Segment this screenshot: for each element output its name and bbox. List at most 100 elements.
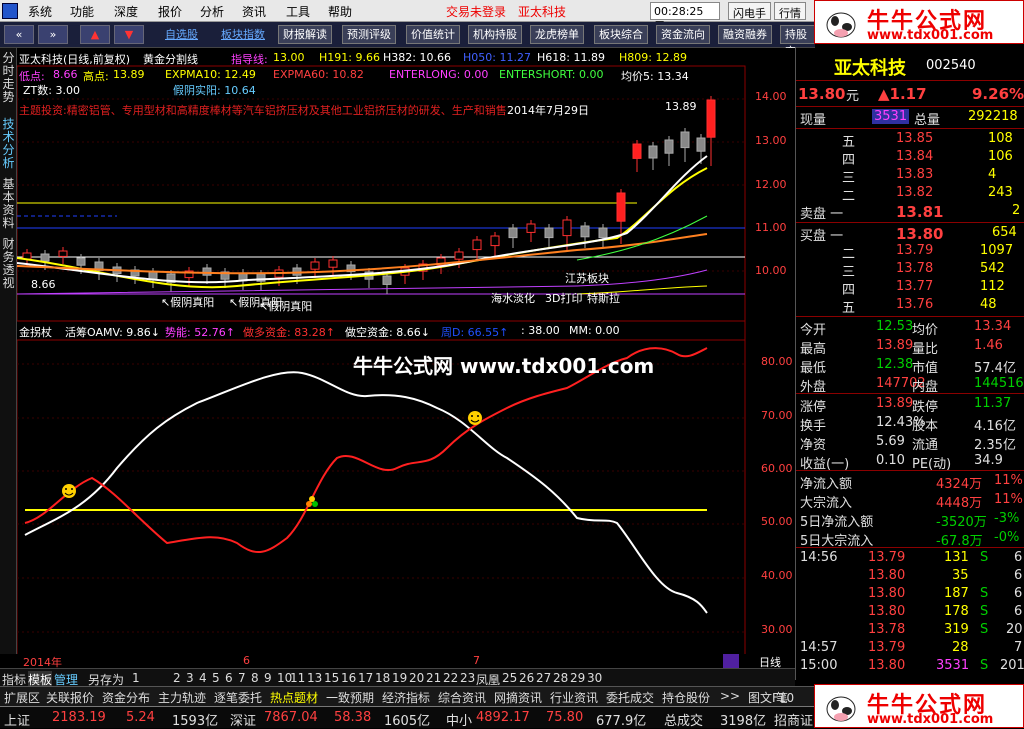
extension-tab[interactable]: 一致预期 — [326, 689, 374, 706]
candle-body[interactable] — [680, 131, 690, 149]
indicator-tab[interactable]: 30 — [587, 671, 602, 685]
candle-body[interactable] — [454, 251, 464, 260]
ask-price[interactable]: 13.85 — [896, 131, 933, 146]
candle-body[interactable] — [616, 192, 626, 222]
indicator-tab[interactable]: 7 — [238, 671, 246, 685]
bid-price[interactable]: 13.76 — [896, 297, 933, 312]
sector-overview-button[interactable]: 板块综合 — [594, 25, 648, 44]
nav-back-button[interactable]: « — [4, 25, 34, 44]
candle-body[interactable] — [472, 239, 482, 251]
candle-body[interactable] — [544, 227, 554, 239]
indicator-tab[interactable]: 15 — [324, 671, 339, 685]
ask-price[interactable]: 13.84 — [896, 149, 933, 164]
ask-price[interactable]: 13.81 — [896, 203, 943, 221]
forecast-rating-button[interactable]: 预测评级 — [342, 25, 396, 44]
indicator-tab[interactable]: 27 — [536, 671, 551, 685]
ask-price[interactable]: 13.83 — [896, 167, 933, 182]
indicator-tab[interactable]: 17 — [358, 671, 373, 685]
candle-body[interactable] — [508, 227, 518, 239]
candle-body[interactable] — [148, 271, 158, 280]
extension-tab[interactable]: >> — [720, 689, 740, 703]
sub-indicator-name[interactable]: 金拐杖 — [19, 324, 52, 340]
menu-analysis[interactable]: 分析 — [200, 3, 224, 20]
indicator-tab[interactable]: 1 — [132, 671, 140, 685]
scroll-marker[interactable] — [723, 654, 739, 668]
indicator-tab[interactable]: 22 — [443, 671, 458, 685]
nav-forward-button[interactable]: » — [38, 25, 68, 44]
candle-body[interactable] — [696, 137, 706, 152]
indicator-tab[interactable]: 18 — [375, 671, 390, 685]
nav-down-button[interactable]: ▼ — [114, 25, 144, 44]
candle-body[interactable] — [40, 253, 50, 262]
extension-tab[interactable]: 行业资讯 — [550, 689, 598, 706]
extension-tab[interactable]: 逐笔委托 — [214, 689, 262, 706]
ask-price[interactable]: 13.82 — [896, 185, 933, 200]
index-label[interactable]: 中小 — [446, 710, 472, 729]
candle-body[interactable] — [580, 225, 590, 238]
candle-body[interactable] — [382, 275, 392, 285]
extension-tab[interactable]: 资金分布 — [102, 689, 150, 706]
bid-price[interactable]: 13.80 — [896, 225, 943, 243]
tab-intraday[interactable]: 分时走势 — [1, 52, 16, 104]
nav-up-button[interactable]: ▲ — [80, 25, 110, 44]
candle-body[interactable] — [58, 250, 68, 257]
theme-news-line[interactable]: 主题投资:精密铝管、专用型材和高精度棒材等汽车铝挤压材及其他工业铝挤压材的研发、… — [19, 102, 507, 118]
indicator-tab[interactable]: 26 — [519, 671, 534, 685]
bid-price[interactable]: 13.78 — [896, 261, 933, 276]
bid-price[interactable]: 13.77 — [896, 279, 933, 294]
candle-body[interactable] — [202, 267, 212, 276]
index-label[interactable]: 上证 — [4, 710, 30, 729]
menu-info[interactable]: 资讯 — [242, 3, 266, 20]
indicator-tab[interactable]: 21 — [426, 671, 441, 685]
candle-body[interactable] — [526, 223, 536, 233]
candle-body[interactable] — [490, 235, 500, 247]
margin-trading-button[interactable]: 融资融券 — [718, 25, 772, 44]
value-stats-button[interactable]: 价值统计 — [406, 25, 460, 44]
indicator-tab[interactable]: 13 — [307, 671, 322, 685]
quote-button[interactable]: 行情 — [774, 2, 806, 20]
index-label[interactable]: 总成交 — [664, 710, 703, 729]
kline-chart-area[interactable]: 亚太科技(日线,前复权) 黄金分割线 指导线: 13.00 H191: 9.66… — [17, 48, 795, 669]
watchlist-link[interactable]: 自选股 — [160, 25, 203, 44]
menu-help[interactable]: 帮助 — [328, 3, 352, 20]
institution-holding-button[interactable]: 机构持股 — [468, 25, 522, 44]
indicator-tab[interactable]: 19 — [392, 671, 407, 685]
indicator-tab[interactable]: 11 — [290, 671, 305, 685]
extension-tab[interactable]: 持仓股份 — [662, 689, 710, 706]
tab-financials[interactable]: 财务透视 — [1, 238, 16, 290]
fund-flow-button[interactable]: 资金流向 — [656, 25, 710, 44]
financial-report-button[interactable]: 财报解读 — [278, 25, 332, 44]
candle-body[interactable] — [632, 143, 642, 159]
extension-tab[interactable]: 综合资讯 — [438, 689, 486, 706]
candle-body[interactable] — [76, 257, 86, 266]
tab-fundamentals[interactable]: 基本资料 — [1, 178, 16, 230]
menu-depth[interactable]: 深度 — [114, 3, 138, 20]
menu-tools[interactable]: 工具 — [286, 3, 310, 20]
flash-trade-button[interactable]: 闪电手 — [728, 2, 771, 20]
extension-tab[interactable]: 关联报价 — [46, 689, 94, 706]
indicator-tab[interactable]: 8 — [251, 671, 259, 685]
menu-system[interactable]: 系统 — [28, 3, 52, 20]
indicator-tab[interactable]: 6 — [225, 671, 233, 685]
index-label[interactable]: 招商证 — [774, 710, 813, 729]
extension-tab[interactable]: 主力轨迹 — [158, 689, 206, 706]
dragon-tiger-button[interactable]: 龙虎榜单 — [530, 25, 584, 44]
holding-change-button[interactable]: 持股变 — [780, 25, 815, 58]
indicator-tab[interactable]: 25 — [502, 671, 517, 685]
indicator-tab[interactable]: 4 — [199, 671, 207, 685]
tab-technical[interactable]: 技术分析 — [1, 118, 16, 170]
indicator-tab[interactable]: 2 — [173, 671, 181, 685]
menu-function[interactable]: 功能 — [70, 3, 94, 20]
candle-body[interactable] — [562, 219, 572, 237]
bid-price[interactable]: 13.79 — [896, 243, 933, 258]
extension-tab[interactable]: 热点题材 — [270, 689, 318, 706]
indicator-tab[interactable]: 29 — [570, 671, 585, 685]
candle-body[interactable] — [648, 145, 658, 159]
extension-tab[interactable]: 经济指标 — [382, 689, 430, 706]
candle-body[interactable] — [328, 259, 338, 268]
indicator-tab[interactable]: 5 — [212, 671, 220, 685]
extension-tab[interactable]: 委托成交 — [606, 689, 654, 706]
extension-tab[interactable]: 扩展区 — [4, 689, 40, 706]
sector-index-link[interactable]: 板块指数 — [216, 25, 270, 44]
trade-status[interactable]: 交易未登录 — [446, 3, 506, 20]
